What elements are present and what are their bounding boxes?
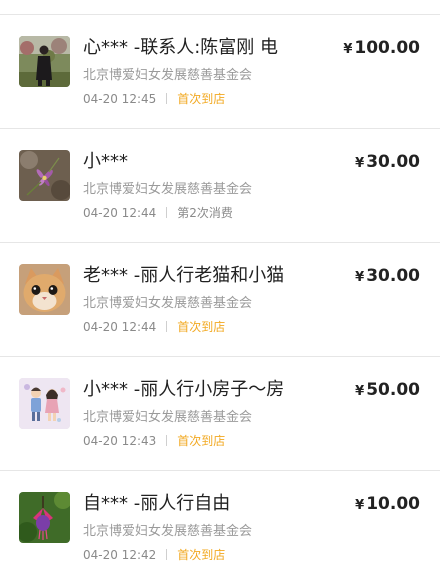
person-in-orchard-icon bbox=[19, 36, 70, 87]
transaction-meta: 04-20 12:44 首次到店 bbox=[83, 319, 225, 335]
transaction-row[interactable]: 自*** -丽人行自由 ¥10.00 北京博爱妇女发展慈善基金会 04-20 1… bbox=[0, 471, 440, 576]
transaction-meta: 04-20 12:42 首次到店 bbox=[83, 547, 225, 563]
payer-name: 小*** -丽人行小房子～房玮 bbox=[83, 379, 283, 400]
visit-tag: 首次到店 bbox=[177, 434, 226, 448]
meta-separator bbox=[166, 549, 168, 560]
payer-name: 自*** -丽人行自由 bbox=[83, 493, 231, 514]
transaction-time: 04-20 12:45 bbox=[83, 92, 157, 106]
meta-separator bbox=[166, 207, 168, 218]
organization-name: 北京博爱妇女发展慈善基金会 bbox=[83, 68, 253, 83]
organization-name: 北京博爱妇女发展慈善基金会 bbox=[83, 296, 253, 311]
amount-value: 30.00 bbox=[366, 152, 420, 172]
payer-name: 老*** -丽人行老猫和小猫 bbox=[83, 265, 283, 286]
amount-value: 30.00 bbox=[366, 266, 420, 286]
avatar bbox=[19, 378, 70, 429]
visit-tag: 首次到店 bbox=[177, 92, 226, 106]
amount: ¥100.00 bbox=[343, 37, 420, 61]
amount: ¥50.00 bbox=[355, 379, 420, 403]
payer-name: 心*** -联系人:陈富刚 电 bbox=[83, 37, 279, 58]
cartoon-couple-icon bbox=[19, 378, 70, 429]
transaction-meta: 04-20 12:45 首次到店 bbox=[83, 91, 225, 107]
amount: ¥10.00 bbox=[355, 493, 420, 517]
organization-name: 北京博爱妇女发展慈善基金会 bbox=[83, 410, 253, 425]
visit-tag: 首次到店 bbox=[177, 320, 226, 334]
transaction-list: 心*** -联系人:陈富刚 电 ¥100.00 北京博爱妇女发展慈善基金会 04… bbox=[0, 15, 440, 576]
transaction-row[interactable]: 心*** -联系人:陈富刚 电 ¥100.00 北京博爱妇女发展慈善基金会 04… bbox=[0, 15, 440, 129]
organization-name: 北京博爱妇女发展慈善基金会 bbox=[83, 524, 253, 539]
organization-name: 北京博爱妇女发展慈善基金会 bbox=[83, 182, 253, 197]
avatar bbox=[19, 492, 70, 543]
fuchsia-flower-icon bbox=[19, 492, 70, 543]
transaction-row[interactable]: 老*** -丽人行老猫和小猫 ¥30.00 北京博爱妇女发展慈善基金会 04-2… bbox=[0, 243, 440, 357]
currency-symbol: ¥ bbox=[355, 270, 365, 285]
amount: ¥30.00 bbox=[355, 151, 420, 175]
meta-separator bbox=[166, 321, 168, 332]
transaction-time: 04-20 12:43 bbox=[83, 434, 157, 448]
meta-separator bbox=[166, 435, 168, 446]
transaction-meta: 04-20 12:43 首次到店 bbox=[83, 433, 225, 449]
transaction-time: 04-20 12:44 bbox=[83, 320, 157, 334]
amount-value: 100.00 bbox=[354, 38, 420, 58]
currency-symbol: ¥ bbox=[343, 42, 353, 57]
transaction-row[interactable]: 小*** ¥30.00 北京博爱妇女发展慈善基金会 04-20 12:44 第2次… bbox=[0, 129, 440, 243]
purple-flower-icon bbox=[19, 150, 70, 201]
amount-value: 50.00 bbox=[366, 380, 420, 400]
currency-symbol: ¥ bbox=[355, 384, 365, 399]
avatar bbox=[19, 264, 70, 315]
transaction-row[interactable]: 小*** -丽人行小房子～房玮 ¥50.00 北京博爱妇女发展慈善基金会 04-… bbox=[0, 357, 440, 471]
transaction-meta: 04-20 12:44 第2次消费 bbox=[83, 205, 233, 221]
currency-symbol: ¥ bbox=[355, 156, 365, 171]
transaction-time: 04-20 12:44 bbox=[83, 206, 157, 220]
visit-tag: 第2次消费 bbox=[177, 206, 233, 220]
visit-tag: 首次到店 bbox=[177, 548, 226, 562]
meta-separator bbox=[166, 93, 168, 104]
amount-value: 10.00 bbox=[366, 494, 420, 514]
avatar bbox=[19, 150, 70, 201]
amount: ¥30.00 bbox=[355, 265, 420, 289]
currency-symbol: ¥ bbox=[355, 498, 365, 513]
transaction-list-screen: 心*** -联系人:陈富刚 电 ¥100.00 北京博爱妇女发展慈善基金会 04… bbox=[0, 0, 440, 576]
cat-face-icon bbox=[19, 264, 70, 315]
transaction-time: 04-20 12:42 bbox=[83, 548, 157, 562]
payer-name: 小*** bbox=[83, 151, 128, 172]
avatar bbox=[19, 36, 70, 87]
